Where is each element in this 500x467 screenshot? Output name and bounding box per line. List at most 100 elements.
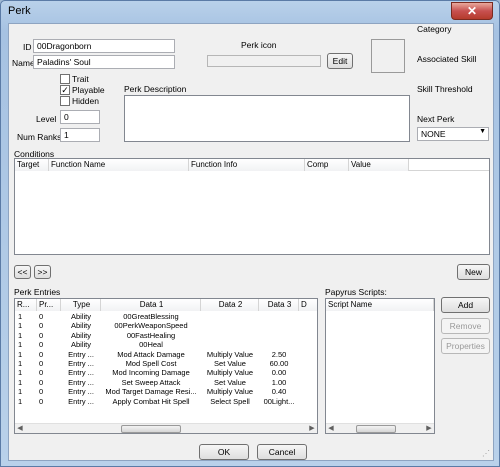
table-cell	[259, 331, 299, 340]
col-comp[interactable]: Comp	[305, 159, 349, 171]
ok-button[interactable]: OK	[199, 444, 249, 460]
table-cell	[201, 340, 259, 349]
next-perk-label: Next Perk	[417, 114, 455, 124]
col-data2[interactable]: Data 2	[201, 299, 259, 311]
table-cell: Ability	[70, 312, 91, 321]
table-cell: 0	[39, 387, 44, 397]
table-row[interactable]: 1 0 Entry ... Mod Target Damage Resi... Mult…	[15, 387, 315, 396]
trait-checkbox[interactable]	[60, 74, 70, 84]
col-priority[interactable]: Pr...	[37, 299, 61, 311]
table-cell: 1	[18, 359, 23, 368]
table-cell	[259, 321, 299, 330]
num-ranks-field[interactable]: 1	[60, 128, 100, 142]
scroll-left-icon[interactable]: ◀	[326, 424, 336, 433]
id-field[interactable]: 00Dragonborn	[33, 39, 175, 53]
perk-entries-label: Perk Entries	[14, 287, 61, 297]
table-row[interactable]: 1 0 Entry ... Mod Spell Cost Set Value 60.00	[15, 359, 315, 368]
papyrus-scripts-list[interactable]: Script Name ◀ ▶	[325, 298, 435, 434]
col-target[interactable]: Target	[15, 159, 49, 171]
table-cell: Multiply Value	[206, 387, 254, 397]
scroll-thumb[interactable]	[356, 425, 396, 433]
new-condition-button[interactable]: New	[457, 264, 490, 280]
col-data4[interactable]: D	[299, 299, 317, 311]
papyrus-hscroll[interactable]: ◀ ▶	[326, 423, 434, 433]
table-cell: Mod Attack Damage	[117, 349, 185, 359]
perk-description-textarea[interactable]	[124, 95, 410, 142]
properties-button[interactable]: Properties	[441, 338, 490, 354]
table-cell: 0.40	[271, 387, 287, 397]
table-cell: 1	[18, 340, 23, 350]
col-data1[interactable]: Data 1	[101, 299, 201, 311]
table-row[interactable]: 1 0 Entry ... Mod Attack Damage Multiply Val…	[15, 350, 315, 359]
table-cell: 0	[39, 340, 44, 350]
col-function-name[interactable]: Function Name	[49, 159, 189, 171]
playable-checkbox[interactable]: ✓	[60, 85, 70, 95]
col-script-name[interactable]: Script Name	[326, 299, 434, 311]
table-cell: Set Value	[214, 359, 246, 368]
edit-icon-button[interactable]: Edit	[327, 53, 353, 69]
next-perk-select[interactable]: NONE ▼	[417, 127, 489, 141]
table-cell	[259, 312, 299, 321]
table-cell: Select Spell	[210, 396, 250, 406]
prev-condition-button[interactable]: <<	[14, 265, 31, 279]
scroll-thumb[interactable]	[121, 425, 181, 433]
col-value[interactable]: Value	[349, 159, 409, 171]
perk-dialog: Perk ✕ ID 00Dragonborn Name Paladins' So…	[0, 0, 500, 467]
table-cell: 0	[39, 359, 44, 368]
close-button[interactable]: ✕	[451, 2, 493, 20]
table-cell: 00PerkWeaponSpeed	[114, 321, 188, 331]
table-cell: 00Heal	[139, 340, 163, 350]
cancel-button[interactable]: Cancel	[257, 444, 307, 460]
perk-entries-list[interactable]: R... Pr... Type Data 1 Data 2 Data 3 D 1…	[14, 298, 318, 434]
hidden-checkbox[interactable]	[60, 96, 70, 106]
conditions-list[interactable]: Target Function Name Function Info Comp …	[14, 158, 490, 255]
table-row[interactable]: 1 0 Ability 00Heal	[15, 340, 315, 349]
table-row[interactable]: 1 0 Ability 00PerkWeaponSpeed	[15, 321, 315, 330]
table-row[interactable]: 1 0 Ability 00FastHealing	[15, 331, 315, 340]
table-cell: Set Sweep Attack	[121, 377, 181, 387]
scroll-right-icon[interactable]: ▶	[424, 424, 434, 433]
col-type[interactable]: Type	[61, 299, 101, 311]
col-rank[interactable]: R...	[15, 299, 37, 311]
table-cell: 00FastHealing	[126, 330, 176, 340]
table-row[interactable]: 1 0 Entry ... Set Sweep Attack Set Value 1.00	[15, 378, 315, 387]
category-label: Category	[417, 24, 452, 34]
table-cell: Ability	[70, 321, 91, 331]
table-cell: 00GreatBlessing	[123, 312, 179, 321]
table-cell: Entry ...	[68, 387, 94, 397]
table-cell: 1	[18, 396, 23, 406]
next-condition-button[interactable]: >>	[34, 265, 51, 279]
table-row[interactable]: 1 0 Entry ... Mod Incoming Damage Multiply V…	[15, 368, 315, 377]
perk-entries-header: R... Pr... Type Data 1 Data 2 Data 3 D	[15, 299, 317, 311]
col-data3[interactable]: Data 3	[259, 299, 299, 311]
table-cell: 1	[18, 377, 23, 387]
table-cell: Mod Spell Cost	[125, 359, 177, 368]
perk-entries-hscroll[interactable]: ◀ ▶	[15, 423, 317, 433]
table-cell	[259, 340, 299, 349]
table-cell: 0.00	[271, 368, 287, 378]
table-cell: Entry ...	[68, 377, 94, 387]
table-cell	[201, 331, 259, 340]
table-cell: 1	[18, 330, 23, 340]
table-cell: Set Value	[214, 377, 246, 387]
chevron-down-icon: ▼	[479, 128, 486, 135]
level-label: Level	[36, 114, 57, 124]
papyrus-scripts-label: Papyrus Scripts:	[325, 287, 387, 297]
scroll-right-icon[interactable]: ▶	[307, 424, 317, 433]
resize-grip-icon[interactable]: ⋰	[482, 449, 492, 459]
table-row[interactable]: 1 0 Ability 00GreatBlessing	[15, 312, 315, 321]
scroll-left-icon[interactable]: ◀	[15, 424, 25, 433]
associated-skill-label: Associated Skill	[417, 54, 477, 64]
table-cell: Entry ...	[68, 396, 94, 406]
table-cell: Entry ...	[68, 349, 94, 359]
dialog-client: ID 00Dragonborn Name Paladins' Soul Trai…	[8, 23, 494, 461]
level-field[interactable]: 0	[60, 110, 100, 124]
table-cell	[201, 312, 259, 321]
table-row[interactable]: 1 0 Entry ... Apply Combat Hit Spell Select …	[15, 397, 315, 406]
table-cell: 1	[18, 312, 23, 321]
hidden-label: Hidden	[72, 96, 99, 106]
add-script-button[interactable]: Add	[441, 297, 490, 313]
name-field[interactable]: Paladins' Soul	[33, 55, 175, 69]
col-function-info[interactable]: Function Info	[189, 159, 305, 171]
remove-script-button[interactable]: Remove	[441, 318, 490, 334]
